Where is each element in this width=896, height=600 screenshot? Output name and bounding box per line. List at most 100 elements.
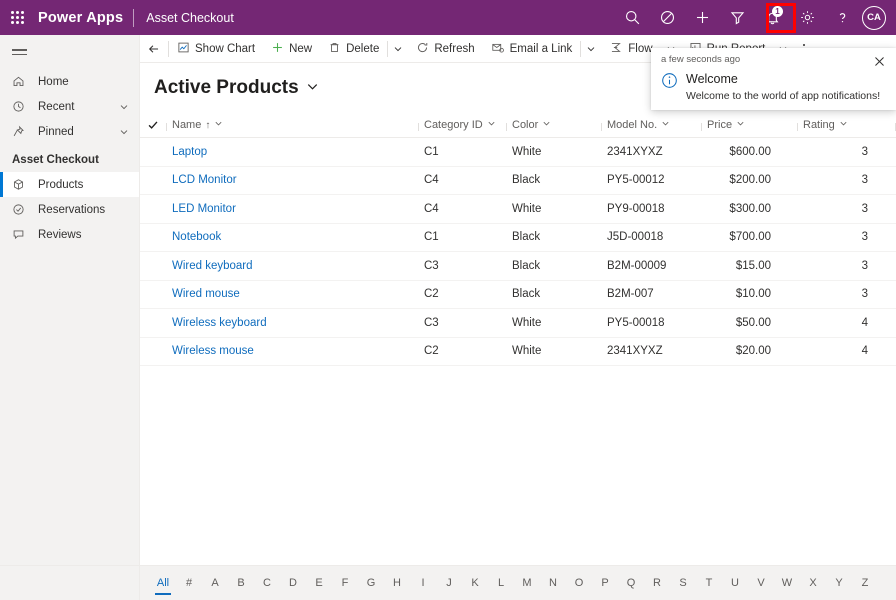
alpha-filter-w[interactable]: W [774,572,800,594]
alpha-filter-c[interactable]: C [254,572,280,594]
chevron-down-icon[interactable] [119,102,139,112]
command-label: Show Chart [195,42,256,55]
cell-name[interactable]: Wired keyboard [166,260,418,272]
column-header-category-id[interactable]: Category ID [418,119,506,131]
cell-model-no: J5D-00018 [607,231,664,244]
chevron-down-icon[interactable] [839,119,848,131]
settings-gear-icon[interactable] [790,0,825,35]
cell-name[interactable]: LCD Monitor [166,174,418,186]
cell-name[interactable]: Laptop [166,146,418,158]
alpha-filter-k[interactable]: K [462,572,488,594]
show-chart-button[interactable]: Show Chart [169,35,263,62]
sidebar-item-products[interactable]: Products [0,172,139,197]
delete-button[interactable]: Delete [320,35,387,62]
alpha-filter-q[interactable]: Q [618,572,644,594]
chevron-down-icon[interactable] [487,119,496,131]
sidebar-item-label: Pinned [38,125,74,138]
cell-rating: 3 [861,259,868,272]
cell-rating: 3 [861,202,868,215]
cell-model-no: 2341XYXZ [607,345,663,358]
search-icon[interactable] [615,0,650,35]
command-label: New [289,42,313,55]
alpha-filter-t[interactable]: T [696,572,722,594]
refresh-button[interactable]: Refresh [408,35,482,62]
column-header-rating[interactable]: Rating [797,119,896,131]
chevron-down-icon[interactable] [214,119,223,131]
column-header-price[interactable]: Price [701,119,797,131]
chevron-down-icon[interactable] [736,119,745,131]
chevron-down-icon[interactable] [661,119,670,131]
hamburger-menu-icon[interactable] [0,35,40,69]
sidebar-item-label: Home [38,75,69,88]
focus-mode-icon[interactable] [650,0,685,35]
filter-funnel-icon[interactable] [720,0,755,35]
back-button[interactable] [140,35,168,62]
sidebar-item-home[interactable]: Home [0,69,139,94]
table-row[interactable]: Notebook C1 Black J5D-00018 $700.00 3 [140,224,896,252]
sidebar-item-pinned[interactable]: Pinned [0,119,139,144]
quick-create-plus-icon[interactable] [685,0,720,35]
cell-name[interactable]: Wireless mouse [166,345,418,357]
user-avatar[interactable]: CA [862,5,886,30]
column-header-model-no[interactable]: Model No. [601,119,701,131]
table-row[interactable]: Laptop C1 White 2341XYXZ $600.00 3 [140,138,896,167]
delete-overflow-chevron-down-icon[interactable] [388,35,408,62]
table-row[interactable]: LCD Monitor C4 Black PY5-00012 $200.00 3 [140,167,896,195]
alpha-filter-all[interactable]: All [150,572,176,594]
alpha-filter-z[interactable]: Z [852,572,878,594]
alpha-filter-m[interactable]: M [514,572,540,594]
table-row[interactable]: LED Monitor C4 White PY9-00018 $300.00 3 [140,195,896,224]
alpha-filter-hash[interactable]: # [176,572,202,594]
help-icon[interactable] [825,0,860,35]
alpha-filter-u[interactable]: U [722,572,748,594]
table-row[interactable]: Wireless mouse C2 White 2341XYXZ $20.00 … [140,338,896,366]
alpha-filter-r[interactable]: R [644,572,670,594]
column-label: Color [512,119,539,131]
notification-title: Welcome [686,72,738,86]
new-button[interactable]: New [263,35,320,62]
close-icon[interactable] [872,54,886,68]
cell-name[interactable]: Wireless keyboard [166,317,418,329]
table-row[interactable]: Wireless keyboard C3 White PY5-00018 $50… [140,309,896,338]
cell-name[interactable]: LED Monitor [166,203,418,215]
alpha-filter-b[interactable]: B [228,572,254,594]
alpha-filter-l[interactable]: L [488,572,514,594]
email-a-link-button[interactable]: Email a Link [483,35,581,62]
alpha-filter-x[interactable]: X [800,572,826,594]
cell-name[interactable]: Notebook [166,231,418,243]
chevron-down-icon[interactable] [306,77,319,99]
column-header-name[interactable]: Name ↑ [166,119,418,131]
brand-title[interactable]: Power Apps [34,10,133,26]
column-header-color[interactable]: Color [506,119,601,131]
alpha-filter-g[interactable]: G [358,572,384,594]
cell-name[interactable]: Wired mouse [166,288,418,300]
cell-price: $50.00 [735,316,771,329]
chevron-down-icon[interactable] [119,127,139,137]
alpha-filter-f[interactable]: F [332,572,358,594]
notifications-bell-icon[interactable]: 1 [755,0,790,35]
alpha-filter-h[interactable]: H [384,572,410,594]
table-row[interactable]: Wired mouse C2 Black B2M-007 $10.00 3 [140,281,896,309]
alpha-filter-s[interactable]: S [670,572,696,594]
select-all-checkbox[interactable] [140,119,166,131]
cell-color: White [512,345,542,358]
sidebar-item-reviews[interactable]: Reviews [0,222,139,247]
app-name-label[interactable]: Asset Checkout [134,11,234,25]
sidebar-item-recent[interactable]: Recent [0,94,139,119]
alpha-filter-v[interactable]: V [748,572,774,594]
alpha-filter-n[interactable]: N [540,572,566,594]
view-selector[interactable]: Active Products [140,63,319,99]
alpha-filter-j[interactable]: J [436,572,462,594]
email-overflow-chevron-down-icon[interactable] [581,35,601,62]
alpha-filter-i[interactable]: I [410,572,436,594]
sidebar-item-reservations[interactable]: Reservations [0,197,139,222]
alpha-filter-e[interactable]: E [306,572,332,594]
alpha-filter-y[interactable]: Y [826,572,852,594]
alpha-filter-o[interactable]: O [566,572,592,594]
chevron-down-icon[interactable] [542,119,551,131]
alpha-filter-p[interactable]: P [592,572,618,594]
app-launcher-icon[interactable] [0,0,34,35]
alpha-filter-a[interactable]: A [202,572,228,594]
alpha-filter-d[interactable]: D [280,572,306,594]
table-row[interactable]: Wired keyboard C3 Black B2M-00009 $15.00… [140,252,896,281]
